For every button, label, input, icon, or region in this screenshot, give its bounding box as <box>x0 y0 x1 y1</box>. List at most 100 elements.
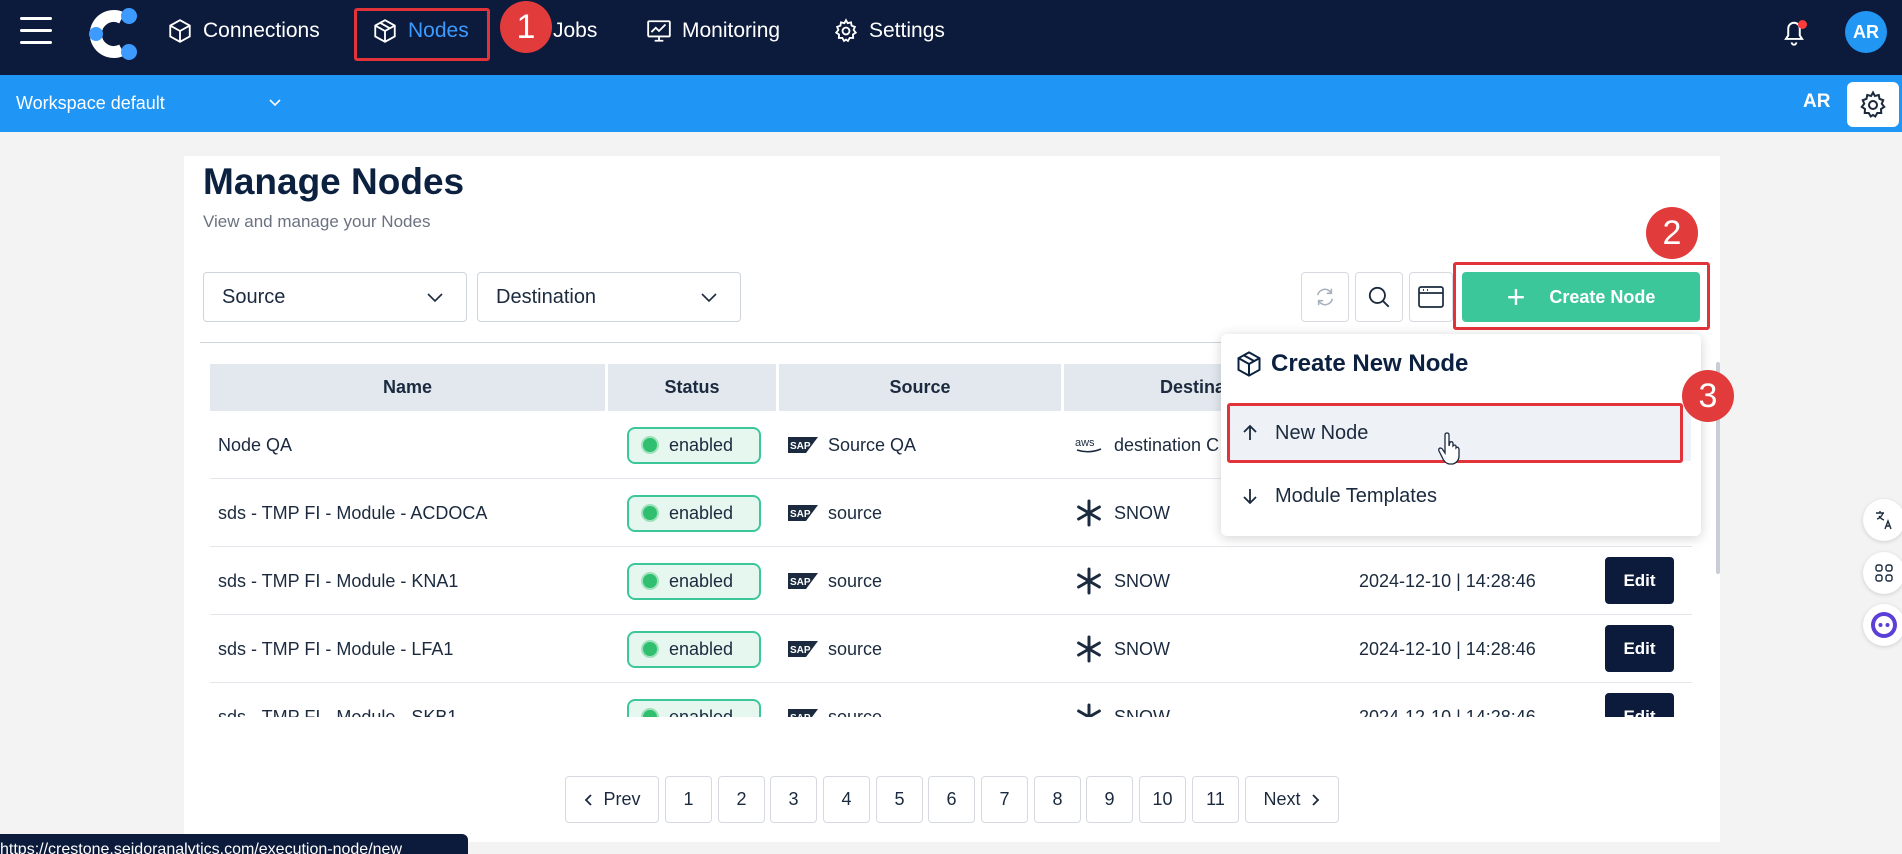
page-button-6[interactable]: 6 <box>928 776 975 823</box>
edit-button[interactable]: Edit <box>1605 557 1674 604</box>
updated-date: 2024-12-10 | 14:28:46 <box>1359 706 1536 718</box>
chevron-down-icon <box>701 293 717 303</box>
nav-monitoring[interactable]: Monitoring <box>646 0 780 62</box>
workspace-select[interactable]: Workspace default <box>16 75 286 132</box>
chevron-right-icon <box>1311 793 1319 806</box>
dropdown-title: Create New Node <box>1271 350 1469 377</box>
nav-settings-label: Settings <box>869 19 945 42</box>
chevron-left-icon <box>585 793 593 806</box>
edit-button[interactable]: Edit <box>1605 625 1674 672</box>
page-title: Manage Nodes <box>203 161 465 202</box>
notification-dot <box>1798 20 1807 29</box>
page-button-1[interactable]: 1 <box>665 776 712 823</box>
cube-icon <box>1237 351 1261 377</box>
gear-icon <box>1860 89 1886 118</box>
table-row[interactable]: sds - TMP FI - Module - SKB1 enabled SAP… <box>210 683 1692 717</box>
destination-cell: SNOW <box>1074 547 1170 615</box>
window-icon <box>1418 286 1444 308</box>
node-name: sds - TMP FI - Module - LFA1 <box>218 638 454 659</box>
destination-filter-label: Destination <box>496 285 597 308</box>
svg-text:aws: aws <box>1075 437 1095 449</box>
status-dot-icon <box>641 708 659 717</box>
chevron-down-icon <box>427 293 443 303</box>
status-cell: enabled <box>627 479 761 547</box>
destination-cell: aws destination C <box>1074 411 1219 479</box>
col-name-header[interactable]: Name <box>210 364 608 411</box>
page-button-9[interactable]: 9 <box>1086 776 1133 823</box>
nav-connections[interactable]: Connections <box>167 0 320 62</box>
svg-text:SAP: SAP <box>790 509 811 520</box>
page-button-4[interactable]: 4 <box>823 776 870 823</box>
next-label: Next <box>1263 789 1301 809</box>
status-label: enabled <box>669 502 734 523</box>
destination-cell: SNOW <box>1074 479 1170 547</box>
snowflake-icon <box>1077 635 1101 663</box>
prev-label: Prev <box>603 789 641 809</box>
status-dot-icon <box>641 436 659 454</box>
destination-cell: SNOW <box>1074 615 1170 683</box>
page-button-2[interactable]: 2 <box>718 776 765 823</box>
hand-cursor-icon <box>1438 432 1460 465</box>
edit-button[interactable]: Edit <box>1605 693 1674 717</box>
menu-item-module-templates[interactable]: Module Templates <box>1227 468 1691 524</box>
source-name: source <box>828 706 883 718</box>
page-button-7[interactable]: 7 <box>981 776 1028 823</box>
apps-grid-icon <box>1875 564 1893 582</box>
source-name: source <box>828 638 883 659</box>
status-cell: enabled <box>627 615 761 683</box>
workspace-settings-button[interactable] <box>1847 82 1899 127</box>
user-avatar[interactable]: AR <box>1845 11 1887 53</box>
svg-text:SAP: SAP <box>790 441 811 452</box>
nav-settings[interactable]: Settings <box>833 0 945 62</box>
translate-button[interactable] <box>1863 499 1902 541</box>
nav-jobs-label: Jobs <box>553 19 598 42</box>
nav-jobs[interactable]: Jobs <box>553 0 597 62</box>
status-dot-icon <box>641 572 659 590</box>
refresh-button[interactable] <box>1301 272 1349 322</box>
destination-filter-select[interactable]: Destination <box>477 272 741 322</box>
status-cell: enabled <box>627 411 761 479</box>
table-row[interactable]: sds - TMP FI - Module - KNA1 enabled SAP… <box>210 547 1692 615</box>
source-name: Source QA <box>828 434 917 455</box>
snowflake-icon <box>1077 567 1101 595</box>
step-badge-1: 1 <box>500 1 552 53</box>
source-filter-select[interactable]: Source <box>203 272 467 322</box>
destination-name: SNOW <box>1114 638 1170 659</box>
apps-button[interactable] <box>1863 552 1902 594</box>
next-page-button[interactable]: Next <box>1245 776 1339 823</box>
app-logo[interactable] <box>84 6 142 62</box>
col-source-header[interactable]: Source <box>779 364 1064 411</box>
page-button-8[interactable]: 8 <box>1034 776 1081 823</box>
search-button[interactable] <box>1355 272 1403 322</box>
assistant-bot-icon <box>1871 612 1897 638</box>
status-cell: enabled <box>627 683 761 717</box>
svg-text:SAP: SAP <box>790 577 811 588</box>
node-name: sds - TMP FI - Module - ACDOCA <box>218 502 488 523</box>
table-header: Name Status Source Destina <box>210 364 1324 411</box>
source-cell: SAP source <box>788 479 882 547</box>
page-button-11[interactable]: 11 <box>1192 776 1239 823</box>
table-row[interactable]: sds - TMP FI - Module - LFA1 enabled SAP… <box>210 615 1692 683</box>
status-badge: enabled <box>627 426 761 464</box>
hamburger-menu-icon[interactable] <box>20 17 52 45</box>
page-button-5[interactable]: 5 <box>876 776 923 823</box>
page-button-3[interactable]: 3 <box>770 776 817 823</box>
destination-cell: SNOW <box>1074 683 1170 717</box>
source-name: source <box>828 570 883 591</box>
view-toggle-button[interactable] <box>1409 272 1453 322</box>
page-subtitle: View and manage your Nodes <box>203 212 431 231</box>
nav-connections-label: Connections <box>203 19 320 42</box>
source-cell: SAP source <box>788 683 882 717</box>
workspace-initials: AR <box>1803 91 1831 112</box>
snowflake-icon <box>1077 703 1101 717</box>
page-button-10[interactable]: 10 <box>1139 776 1186 823</box>
status-badge: enabled <box>627 494 761 532</box>
col-status-header[interactable]: Status <box>608 364 779 411</box>
status-label: enabled <box>669 570 734 591</box>
destination-name: SNOW <box>1114 570 1170 591</box>
svg-text:SAP: SAP <box>790 713 811 717</box>
prev-page-button[interactable]: Prev <box>565 776 659 823</box>
sap-logo-icon: SAP <box>788 709 818 717</box>
assistant-button[interactable] <box>1863 604 1902 646</box>
source-cell: SAP Source QA <box>788 411 916 479</box>
